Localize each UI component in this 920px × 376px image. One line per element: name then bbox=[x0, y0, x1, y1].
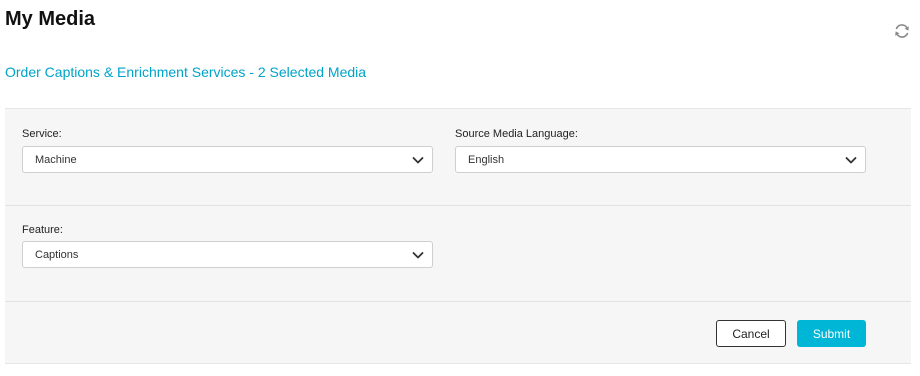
refresh-icon[interactable] bbox=[893, 22, 911, 40]
section-divider bbox=[5, 205, 911, 206]
section-divider bbox=[5, 301, 911, 302]
source-language-label: Source Media Language: bbox=[455, 128, 578, 140]
feature-label: Feature: bbox=[22, 224, 63, 236]
chevron-down-icon bbox=[412, 157, 424, 164]
chevron-down-icon bbox=[412, 252, 424, 259]
source-language-select[interactable]: English bbox=[455, 146, 866, 173]
order-form-panel: Service: Machine Source Media Language: … bbox=[5, 108, 911, 364]
cancel-button[interactable]: Cancel bbox=[716, 320, 786, 347]
page-title: My Media bbox=[5, 8, 96, 30]
source-language-select-value: English bbox=[468, 154, 505, 166]
service-select-value: Machine bbox=[35, 154, 77, 166]
feature-select[interactable]: Captions bbox=[22, 241, 433, 268]
chevron-down-icon bbox=[845, 157, 857, 164]
service-select[interactable]: Machine bbox=[22, 146, 433, 173]
submit-button[interactable]: Submit bbox=[797, 320, 866, 347]
feature-select-value: Captions bbox=[35, 249, 79, 261]
service-label: Service: bbox=[22, 128, 62, 140]
order-services-heading: Order Captions & Enrichment Services - 2… bbox=[5, 64, 367, 80]
